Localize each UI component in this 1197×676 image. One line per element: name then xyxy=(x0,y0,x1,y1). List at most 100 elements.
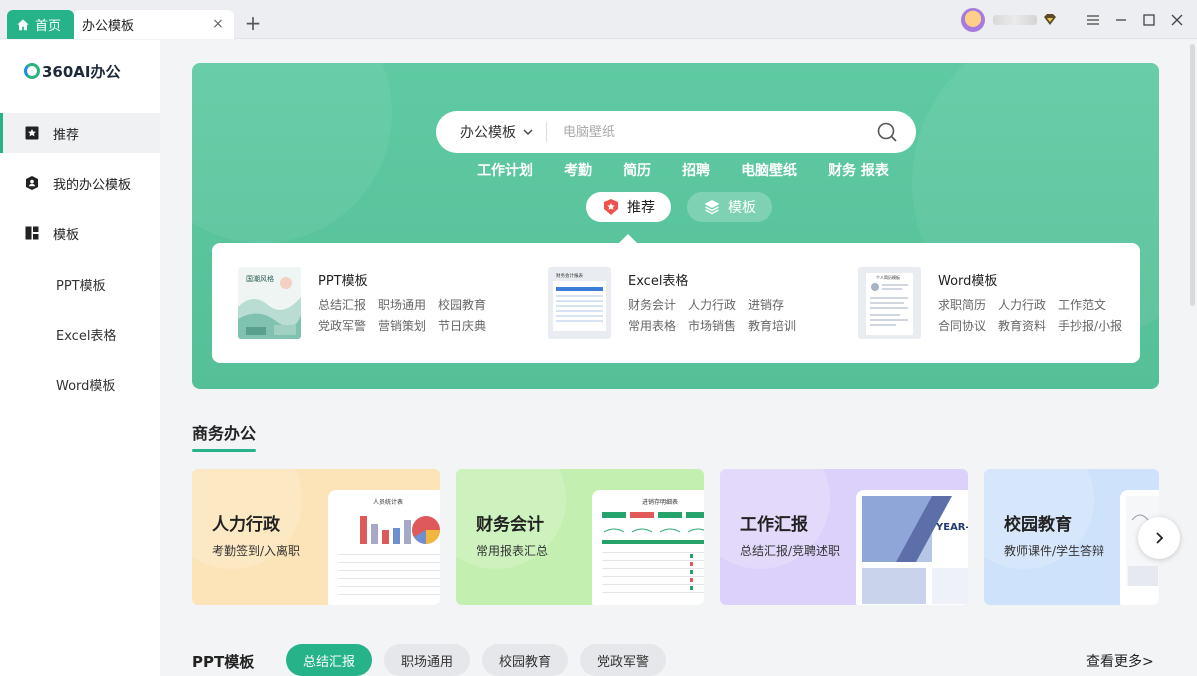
carousel-next-button[interactable] xyxy=(1138,517,1180,559)
minimize-button[interactable] xyxy=(1107,0,1135,39)
hero-tab-templates[interactable]: 模板 xyxy=(687,192,772,222)
category-link[interactable]: 总结汇报 xyxy=(318,296,366,313)
category-link[interactable]: 合同协议 xyxy=(938,317,986,334)
badge-star-icon xyxy=(604,199,618,215)
see-more-link[interactable]: 查看更多> xyxy=(1086,651,1154,671)
new-tab-button[interactable]: + xyxy=(243,13,263,33)
logo-mark-icon xyxy=(24,63,40,79)
category-link[interactable]: 人力行政 xyxy=(998,296,1046,313)
chevron-down-icon xyxy=(523,129,533,135)
ppt-thumbnail[interactable]: 国潮风格 xyxy=(238,267,301,339)
tab-office-templates-label: 办公模板 xyxy=(82,19,135,34)
close-window-button[interactable] xyxy=(1163,0,1191,39)
preview-title: 人员统计表 xyxy=(373,498,403,506)
pill-workplace[interactable]: 职场通用 xyxy=(384,644,471,676)
category-word: 个人简历模板 Word模板 求职简历 人力行政 工作范文 合同协议 教育资料 手… xyxy=(858,266,1158,341)
category-link[interactable]: 校园教育 xyxy=(438,296,486,313)
username-blurred[interactable] xyxy=(993,14,1037,25)
category-links: 总结汇报 职场通用 校园教育 党政军警 营销策划 节日庆典 xyxy=(318,296,538,334)
hot-word[interactable]: 电脑壁纸 xyxy=(741,160,797,180)
user-shield-icon xyxy=(26,176,38,190)
app-logo: 360AI办公 xyxy=(24,61,121,81)
section-title-business: 商务办公 xyxy=(192,424,257,443)
maximize-button[interactable] xyxy=(1135,0,1163,39)
preview-title: 进销存明细表 xyxy=(642,498,678,506)
hero-tab-recommend[interactable]: 推荐 xyxy=(586,192,671,222)
excel-thumbnail[interactable]: 财务会计报表 xyxy=(548,267,611,339)
category-link[interactable]: 手抄报/小报 xyxy=(1058,317,1122,334)
business-card-title: 人力行政 xyxy=(212,515,280,535)
hot-word[interactable]: 工作计划 xyxy=(477,160,533,180)
business-card-title: 财务会计 xyxy=(476,515,544,535)
sidebar-sub-word[interactable]: Word模板 xyxy=(56,375,115,394)
search-category-label: 办公模板 xyxy=(460,125,516,141)
business-card-title: 工作汇报 xyxy=(740,515,808,535)
hot-word[interactable]: 财务 报表 xyxy=(828,160,889,180)
sidebar-item-templates[interactable]: 模板 xyxy=(0,213,160,253)
pill-party-gov[interactable]: 党政军警 xyxy=(580,644,667,676)
sidebar-item-recommend[interactable]: 推荐 xyxy=(0,113,160,153)
business-card-report[interactable]: 工作汇报 总结汇报/竞聘述职 YEAR- xyxy=(720,469,968,605)
hero-banner: 办公模板 工作计划 考勤 简历 招聘 电脑壁纸 财务 报表 推荐 模板 xyxy=(192,63,1159,389)
business-card-finance[interactable]: 财务会计 常用报表汇总 进销存明细表 xyxy=(456,469,704,605)
sidebar-sub-ppt[interactable]: PPT模板 xyxy=(56,275,106,294)
close-icon xyxy=(1171,14,1183,25)
scrollbar[interactable] xyxy=(1190,44,1195,306)
category-link[interactable]: 职场通用 xyxy=(378,296,426,313)
sidebar-item-label: 模板 xyxy=(53,227,80,243)
category-link[interactable]: 工作范文 xyxy=(1058,296,1122,313)
sidebar: 360AI办公 推荐 我的办公模板 模板 PPT模板 Excel表格 Word模… xyxy=(0,40,160,676)
home-icon xyxy=(17,18,29,30)
tab-home-label: 首页 xyxy=(35,19,62,34)
category-link[interactable]: 教育资料 xyxy=(998,317,1046,334)
business-card-subtitle: 考勤签到/入离职 xyxy=(212,544,301,558)
category-links: 求职简历 人力行政 工作范文 合同协议 教育资料 手抄报/小报 xyxy=(938,296,1158,334)
category-link[interactable]: 教育培训 xyxy=(748,317,796,334)
business-card-preview: 人员统计表 xyxy=(328,490,440,605)
close-tab-icon[interactable]: × xyxy=(210,16,226,32)
maximize-icon xyxy=(1143,13,1155,26)
title-bar: 首页 办公模板 × + xyxy=(0,0,1197,39)
category-title[interactable]: Excel表格 xyxy=(628,270,688,289)
category-title[interactable]: Word模板 xyxy=(938,270,997,289)
chevron-right-icon xyxy=(1156,532,1164,544)
pill-summary-report[interactable]: 总结汇报 xyxy=(286,644,373,676)
word-thumbnail[interactable]: 个人简历模板 xyxy=(858,267,921,339)
tab-office-templates[interactable]: 办公模板 × xyxy=(74,10,234,39)
sidebar-sub-excel[interactable]: Excel表格 xyxy=(56,325,116,344)
category-title[interactable]: PPT模板 xyxy=(318,270,368,289)
business-card-school[interactable]: 校园教育 教师课件/学生答辩 xyxy=(984,469,1159,605)
business-card-subtitle: 常用报表汇总 xyxy=(476,544,549,558)
hot-word[interactable]: 简历 xyxy=(623,160,651,180)
search-icon[interactable] xyxy=(876,121,898,143)
category-link[interactable]: 市场销售 xyxy=(688,317,736,334)
category-link[interactable]: 进销存 xyxy=(748,296,796,313)
search-category-dropdown[interactable]: 办公模板 xyxy=(436,122,547,142)
category-link[interactable]: 节日庆典 xyxy=(438,317,486,334)
category-link[interactable]: 财务会计 xyxy=(628,296,676,313)
search-input[interactable] xyxy=(563,124,876,140)
category-link[interactable]: 人力行政 xyxy=(688,296,736,313)
tab-home[interactable]: 首页 xyxy=(7,10,74,39)
business-card-subtitle: 总结汇报/竞聘述职 xyxy=(740,544,841,558)
hero-tab-label: 推荐 xyxy=(627,200,655,216)
category-link[interactable]: 营销策划 xyxy=(378,317,426,334)
section-underline xyxy=(192,449,256,452)
business-card-hr[interactable]: 人力行政 考勤签到/入离职 人员统计表 xyxy=(192,469,440,605)
star-bookmark-icon xyxy=(25,126,39,140)
pill-campus[interactable]: 校园教育 xyxy=(482,644,569,676)
hero-decoration xyxy=(192,63,392,243)
category-card: 国潮风格 PPT模板 总结汇报 职场通用 校园教育 党政军警 营销策划 节日庆典… xyxy=(212,243,1140,363)
hero-tab-label: 模板 xyxy=(728,200,756,216)
category-link[interactable]: 党政军警 xyxy=(318,317,366,334)
menu-button[interactable] xyxy=(1079,0,1107,39)
vip-diamond-icon[interactable] xyxy=(1043,13,1057,27)
category-link[interactable]: 常用表格 xyxy=(628,317,676,334)
sidebar-item-my-templates[interactable]: 我的办公模板 xyxy=(0,163,160,203)
search-bar: 办公模板 xyxy=(436,111,916,153)
hot-word[interactable]: 招聘 xyxy=(682,160,710,180)
avatar[interactable] xyxy=(961,7,985,32)
hot-search-words: 工作计划 考勤 简历 招聘 电脑壁纸 财务 报表 xyxy=(192,160,1159,180)
hot-word[interactable]: 考勤 xyxy=(564,160,592,180)
category-link[interactable]: 求职简历 xyxy=(938,296,986,313)
